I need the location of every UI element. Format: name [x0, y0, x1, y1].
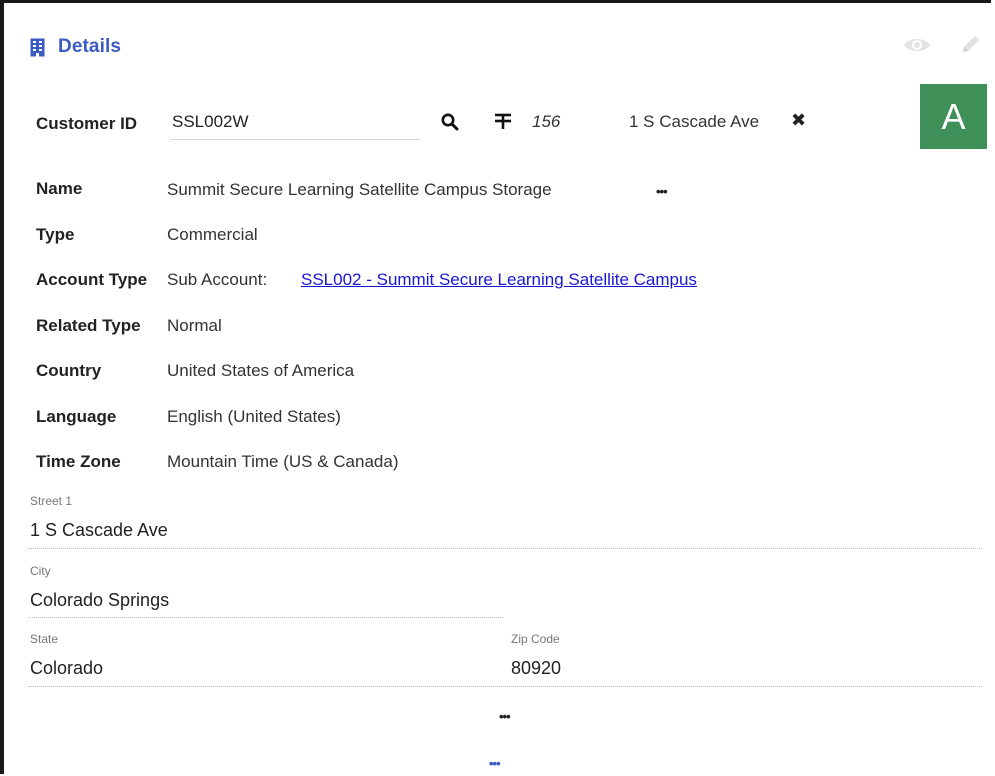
hash-icon [494, 111, 512, 135]
details-title: Details [58, 36, 122, 57]
avatar: A [920, 84, 987, 149]
close-icon[interactable]: ✖ [791, 110, 806, 131]
zip-caption: Zip Code [511, 632, 560, 646]
type-value: Commercial [167, 225, 258, 244]
details-header: Details [30, 36, 121, 58]
parent-account-link[interactable]: SSL002 - Summit Secure Learning Satellit… [301, 270, 697, 290]
customer-address: 1 S Cascade Ave [629, 112, 760, 131]
avatar-letter: A [941, 95, 966, 137]
language-label: Language [36, 407, 117, 426]
country-value: United States of America [167, 361, 355, 380]
time-zone-value: Mountain Time (US & Canada) [167, 452, 399, 471]
state-value[interactable]: Colorado [30, 658, 103, 679]
pencil-icon[interactable] [960, 33, 982, 60]
city-caption: City [30, 564, 51, 578]
related-type-value: Normal [167, 316, 222, 335]
language-value: English (United States) [167, 407, 341, 426]
account-type-label: Account Type [36, 270, 148, 289]
street1-caption: Street 1 [30, 494, 73, 508]
account-type-prefix: Sub Account: [167, 270, 268, 289]
customer-id-label: Customer ID [36, 114, 138, 133]
time-zone-label: Time Zone [36, 452, 121, 471]
expand-more-button[interactable]: ••• [489, 756, 501, 771]
related-type-label: Related Type [36, 316, 141, 335]
search-icon[interactable] [441, 113, 459, 136]
customer-id-input[interactable] [170, 104, 420, 140]
country-label: Country [36, 361, 102, 380]
building-icon [30, 38, 45, 57]
name-more-button[interactable]: ••• [656, 184, 668, 199]
state-caption: State [30, 632, 59, 646]
street1-value[interactable]: 1 S Cascade Ave [30, 520, 168, 541]
address-more-button[interactable]: ••• [499, 709, 511, 724]
city-divider [28, 617, 503, 618]
zip-value[interactable]: 80920 [511, 658, 561, 679]
city-value[interactable]: Colorado Springs [30, 590, 169, 611]
customer-number: 156 [532, 112, 561, 131]
state-zip-divider [28, 686, 982, 687]
name-value: Summit Secure Learning Satellite Campus … [167, 180, 552, 199]
eye-icon[interactable] [903, 36, 931, 59]
type-label: Type [36, 225, 75, 244]
street1-divider [28, 548, 982, 549]
name-label: Name [36, 179, 83, 198]
